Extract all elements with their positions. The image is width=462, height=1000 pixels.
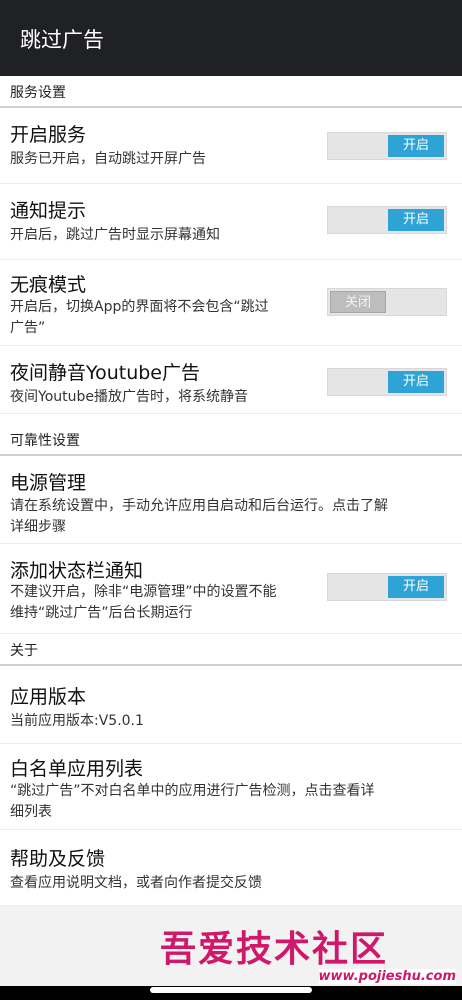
setting-subtitle: 服务已开启，自动跳过开屏广告 — [10, 151, 206, 167]
setting-title: 夜间静音Youtube广告 — [10, 362, 200, 384]
setting-subtitle-line2: 详细步骤 — [10, 519, 66, 535]
setting-title: 添加状态栏通知 — [10, 560, 144, 582]
status-notify-toggle[interactable]: 开启 — [327, 573, 447, 601]
watermark-logo: 吾爱技术社区 www.pojieshu.com — [150, 920, 462, 986]
toggle-knob: 开启 — [388, 576, 444, 598]
toggle-knob: 开启 — [388, 371, 444, 393]
notify-toggle[interactable]: 开启 — [327, 206, 447, 234]
setting-subtitle-line1: 开启后，切换App的界面将不会包含“跳过 — [10, 299, 269, 315]
setting-status-notify[interactable]: 添加状态栏通知 不建议开启，除非“电源管理”中的设置不能 维持“跳过广告”后台长… — [0, 544, 462, 634]
setting-incognito[interactable]: 无痕模式 开启后，切换App的界面将不会包含“跳过 广告” 关闭 — [0, 260, 462, 346]
setting-subtitle: 夜间Youtube播放广告时，将系统静音 — [10, 389, 248, 405]
setting-title: 无痕模式 — [10, 274, 87, 296]
section-header-reliability: 可靠性设置 — [0, 424, 462, 456]
night-mute-toggle[interactable]: 开启 — [327, 368, 447, 396]
section-label: 服务设置 — [10, 85, 66, 101]
setting-title: 帮助及反馈 — [10, 848, 106, 870]
setting-enable-service[interactable]: 开启服务 服务已开启，自动跳过开屏广告 开启 — [0, 108, 462, 184]
section-label: 关于 — [10, 643, 38, 659]
settings-list: 服务设置 开启服务 服务已开启，自动跳过开屏广告 开启 通知提示 开启后，跳过广… — [0, 76, 462, 906]
setting-help[interactable]: 帮助及反馈 查看应用说明文档，或者向作者提交反馈 — [0, 830, 462, 906]
watermark-text: 吾爱技术社区 — [160, 929, 389, 970]
toggle-knob: 关闭 — [330, 291, 386, 313]
setting-title: 通知提示 — [10, 200, 87, 222]
setting-title: 应用版本 — [10, 686, 87, 708]
setting-whitelist[interactable]: 白名单应用列表 “跳过广告”不对白名单中的应用进行广告检测，点击查看详 细列表 — [0, 744, 462, 830]
setting-night-mute[interactable]: 夜间静音Youtube广告 夜间Youtube播放广告时，将系统静音 开启 — [0, 346, 462, 414]
setting-title: 白名单应用列表 — [10, 758, 144, 780]
section-header-service: 服务设置 — [0, 76, 462, 108]
section-label: 可靠性设置 — [10, 433, 80, 449]
setting-version[interactable]: 应用版本 当前应用版本:V5.0.1 — [0, 666, 462, 744]
setting-subtitle-line2: 维持“跳过广告”后台长期运行 — [10, 605, 193, 621]
incognito-toggle[interactable]: 关闭 — [327, 288, 447, 316]
setting-subtitle: 开启后，跳过广告时显示屏幕通知 — [10, 227, 220, 243]
toggle-knob: 开启 — [388, 209, 444, 231]
setting-subtitle: 查看应用说明文档，或者向作者提交反馈 — [10, 875, 262, 891]
enable-service-toggle[interactable]: 开启 — [327, 132, 447, 160]
setting-subtitle-line2: 细列表 — [10, 804, 52, 820]
app-title: 跳过广告 — [20, 28, 104, 52]
watermark-url: www.pojieshu.com — [318, 969, 456, 984]
setting-subtitle-line1: “跳过广告”不对白名单中的应用进行广告检测，点击查看详 — [10, 783, 375, 799]
app-bar: 跳过广告 — [0, 0, 462, 76]
section-header-about: 关于 — [0, 634, 462, 666]
setting-title: 开启服务 — [10, 124, 87, 146]
system-nav-bar — [0, 986, 462, 1000]
setting-subtitle-line1: 不建议开启，除非“电源管理”中的设置不能 — [10, 584, 277, 600]
setting-title: 电源管理 — [10, 472, 87, 494]
toggle-knob: 开启 — [388, 135, 444, 157]
setting-subtitle-line1: 请在系统设置中，手动允许应用自启动和后台运行。点击了解 — [10, 498, 388, 514]
setting-notify[interactable]: 通知提示 开启后，跳过广告时显示屏幕通知 开启 — [0, 184, 462, 260]
setting-power[interactable]: 电源管理 请在系统设置中，手动允许应用自启动和后台运行。点击了解 详细步骤 — [0, 456, 462, 544]
setting-subtitle: 当前应用版本:V5.0.1 — [10, 713, 144, 729]
setting-subtitle-line2: 广告” — [10, 320, 46, 336]
home-indicator[interactable] — [150, 987, 312, 993]
